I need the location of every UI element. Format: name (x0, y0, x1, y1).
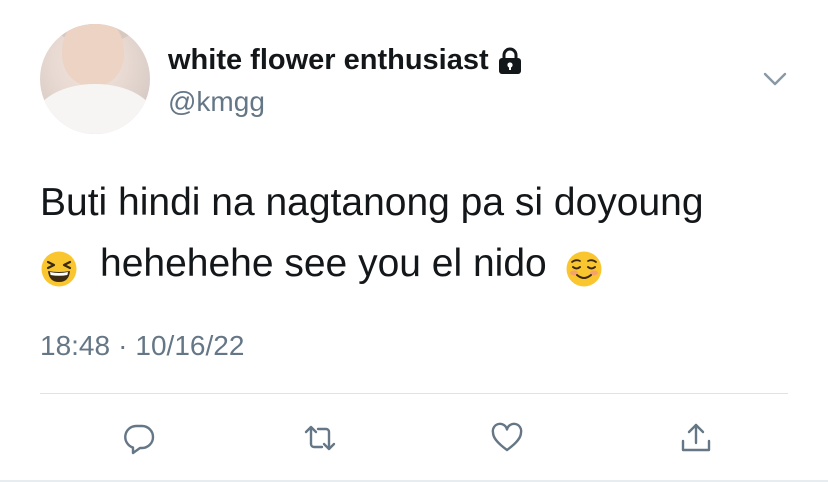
tweet-time[interactable]: 18:48 (40, 330, 110, 362)
smiling-face-emoji (565, 245, 603, 286)
retweet-button[interactable] (300, 418, 340, 458)
tweet-text-line: Buti hindi na nagtanong pa si doyoung (40, 172, 800, 233)
author-row: white flower enthusiast (168, 44, 523, 77)
like-button[interactable] (487, 418, 527, 458)
avatar[interactable] (40, 24, 150, 134)
avatar-face (62, 24, 124, 86)
tweet-text-line2: hehehehe see you el nido (100, 242, 547, 285)
share-icon (681, 423, 711, 452)
tweet-text-line1: Buti hindi na nagtanong pa si doyoung (40, 181, 704, 224)
tweet-card: white flower enthusiast @kmgg Buti hindi… (0, 0, 828, 482)
retweet-icon (304, 425, 336, 451)
tweet-date[interactable]: 10/16/22 (135, 330, 244, 362)
tweet-text: Buti hindi na nagtanong pa si doyoung he… (40, 172, 800, 294)
tweet-meta: 18:48 · 10/16/22 (40, 330, 244, 362)
handle[interactable]: @kmgg (168, 86, 265, 118)
lock-icon (497, 47, 523, 75)
tweet-text-line: hehehehe see you el nido (40, 233, 800, 294)
action-bar (0, 418, 828, 458)
divider (40, 393, 788, 394)
meta-separator: · (118, 330, 128, 361)
reply-icon (124, 424, 155, 455)
grinning-squinting-face-emoji (40, 245, 78, 286)
chevron-down-icon[interactable] (762, 66, 788, 92)
display-name[interactable]: white flower enthusiast (168, 44, 489, 77)
reply-button[interactable] (119, 418, 159, 458)
heart-icon (491, 422, 523, 452)
avatar-shirt (40, 84, 150, 134)
share-button[interactable] (676, 418, 716, 458)
